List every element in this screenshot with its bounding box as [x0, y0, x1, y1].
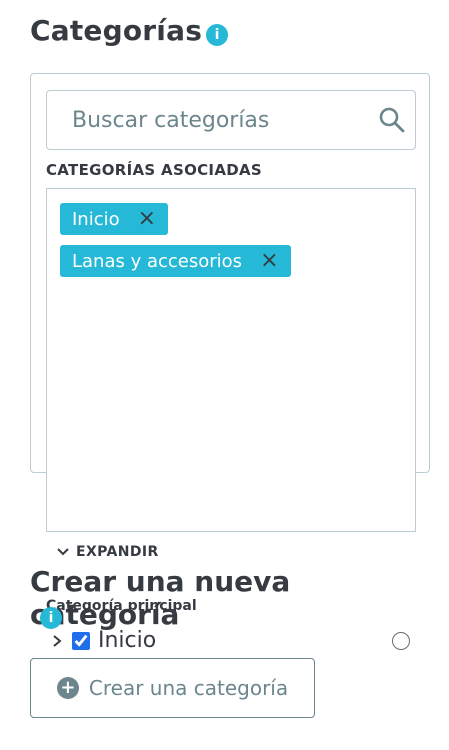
tag-label: Inicio	[72, 208, 120, 230]
expand-label: EXPANDIR	[76, 544, 159, 560]
close-icon[interactable]: ×	[138, 208, 156, 230]
info-icon[interactable]: i	[206, 24, 228, 46]
create-category-button[interactable]: + Crear una categoría	[30, 658, 315, 718]
tag-lanas-y-accesorios: Lanas y accesorios ×	[60, 245, 291, 277]
search-input[interactable]	[46, 90, 416, 150]
expand-button[interactable]: EXPANDIR	[56, 544, 159, 560]
tag-label: Lanas y accesorios	[72, 250, 243, 272]
parent-category-label: Categoría principal	[46, 598, 197, 614]
tag-inicio: Inicio ×	[60, 203, 169, 235]
tree-item-inicio: Inicio	[52, 628, 156, 653]
associated-categories-box	[46, 188, 416, 532]
chevron-right-icon[interactable]	[52, 634, 62, 648]
create-category-label: Crear una categoría	[88, 676, 289, 700]
search-icon[interactable]	[378, 106, 406, 134]
plus-icon: +	[56, 677, 79, 699]
tree-item-label: Inicio	[98, 628, 157, 653]
associated-categories-label: CATEGORÍAS ASOCIADAS	[46, 161, 262, 179]
main-category-radio[interactable]	[392, 632, 410, 650]
close-icon[interactable]: ×	[260, 250, 278, 272]
tree-item-checkbox[interactable]	[72, 631, 90, 650]
page-title: Categorías	[30, 14, 203, 47]
chevron-down-icon	[57, 548, 69, 556]
info-icon[interactable]: i	[40, 607, 62, 629]
